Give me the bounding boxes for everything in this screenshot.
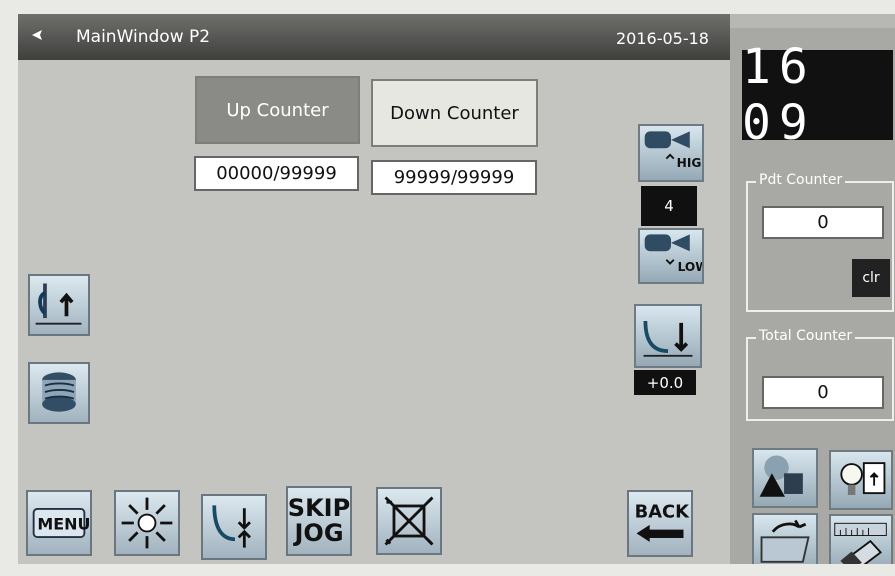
up-counter-button[interactable]: Up Counter (195, 76, 360, 144)
menu-icon: MENU (32, 507, 90, 539)
svg-text:MENU: MENU (37, 515, 90, 534)
offset-value: +0.0 (634, 370, 696, 395)
pattern-shapes-icon (759, 455, 803, 497)
brightness-button[interactable] (114, 490, 180, 556)
down-counter-value: 99999/99999 (371, 160, 537, 195)
speed-low-icon: LOW (644, 234, 702, 274)
right-panel: 16 09 Pdt Counter 0 clr Total Counter 0 (730, 28, 895, 564)
speed-low-button[interactable]: LOW (638, 228, 704, 284)
back-button[interactable]: BACK (627, 490, 693, 557)
clear-button[interactable]: clr (852, 259, 890, 297)
needle-up-button[interactable] (28, 274, 90, 336)
trim-cross-button[interactable] (376, 487, 442, 555)
bobbin-icon (42, 372, 76, 412)
total-counter-value: 0 (762, 376, 884, 409)
speed-high-icon: HIGH (644, 131, 702, 170)
speed-high-button[interactable]: HIGH (638, 124, 704, 182)
window-title: MainWindow P2 (76, 27, 211, 47)
main-content: Up Counter Down Counter 00000/99999 9999… (18, 60, 730, 564)
presser-foot-button[interactable] (634, 304, 702, 368)
total-counter-group: Total Counter 0 (746, 328, 894, 421)
title-bar: MainWindow P2 2016-05-18 (18, 14, 730, 60)
skip-jog-label: SKIP JOG (288, 496, 350, 546)
pdt-counter-value: 0 (762, 206, 884, 239)
ruler-eraser-icon (834, 522, 887, 564)
sun-icon (121, 497, 173, 549)
open-folder-icon (760, 519, 810, 563)
up-counter-label: Up Counter (226, 99, 329, 121)
machine-screen: MainWindow P2 2016-05-18 Up Counter Down… (18, 14, 895, 564)
date-display: 2016-05-18 (616, 29, 709, 48)
bobbin-button[interactable] (28, 362, 90, 424)
svg-text:BACK: BACK (635, 501, 690, 522)
open-folder-button[interactable] (752, 513, 818, 564)
needle-up-icon (35, 283, 82, 325)
presser-foot-down-button[interactable] (201, 494, 267, 560)
down-counter-button[interactable]: Down Counter (371, 79, 538, 147)
clock-display: 16 09 (742, 39, 893, 151)
lightbulb-info-icon (840, 462, 886, 495)
skip-label: SKIP (287, 494, 351, 522)
svg-text:HIGH: HIGH (677, 156, 702, 170)
total-counter-label: Total Counter (756, 328, 856, 344)
speed-value: 4 (641, 186, 697, 226)
trim-cross-icon (384, 496, 434, 546)
up-counter-value: 00000/99999 (194, 156, 359, 191)
tools-button[interactable] (829, 514, 893, 564)
svg-text:LOW: LOW (678, 260, 702, 274)
skip-jog-button[interactable]: SKIP JOG (286, 486, 352, 556)
back-icon: BACK (635, 501, 690, 542)
down-counter-label: Down Counter (390, 102, 519, 124)
presser-foot-down-icon (212, 505, 251, 548)
pdt-counter-group: Pdt Counter 0 clr (746, 172, 894, 312)
presser-foot-icon (643, 320, 693, 357)
pdt-counter-label: Pdt Counter (756, 172, 846, 188)
pattern-shapes-button[interactable] (752, 448, 818, 508)
window-icon (32, 30, 42, 40)
menu-button[interactable]: MENU (26, 490, 92, 556)
jog-label: JOG (294, 519, 344, 547)
info-button[interactable] (829, 450, 893, 510)
